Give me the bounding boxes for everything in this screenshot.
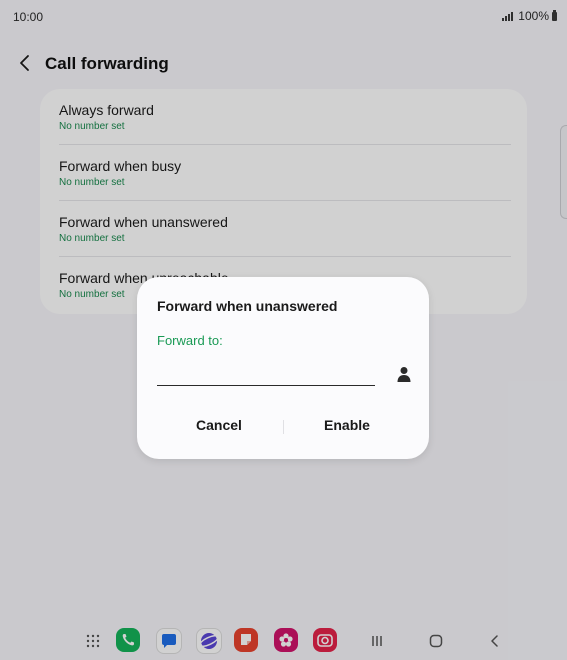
forward-to-label: Forward to: (157, 333, 223, 348)
enable-button[interactable]: Enable (292, 417, 402, 439)
forward-dialog: Forward when unanswered Forward to: Canc… (137, 277, 429, 459)
cancel-button[interactable]: Cancel (164, 417, 274, 439)
contact-picker-button[interactable] (395, 365, 413, 383)
button-divider (283, 420, 284, 434)
dialog-title: Forward when unanswered (157, 298, 338, 314)
person-icon (397, 367, 411, 382)
forward-number-input[interactable] (157, 361, 375, 386)
